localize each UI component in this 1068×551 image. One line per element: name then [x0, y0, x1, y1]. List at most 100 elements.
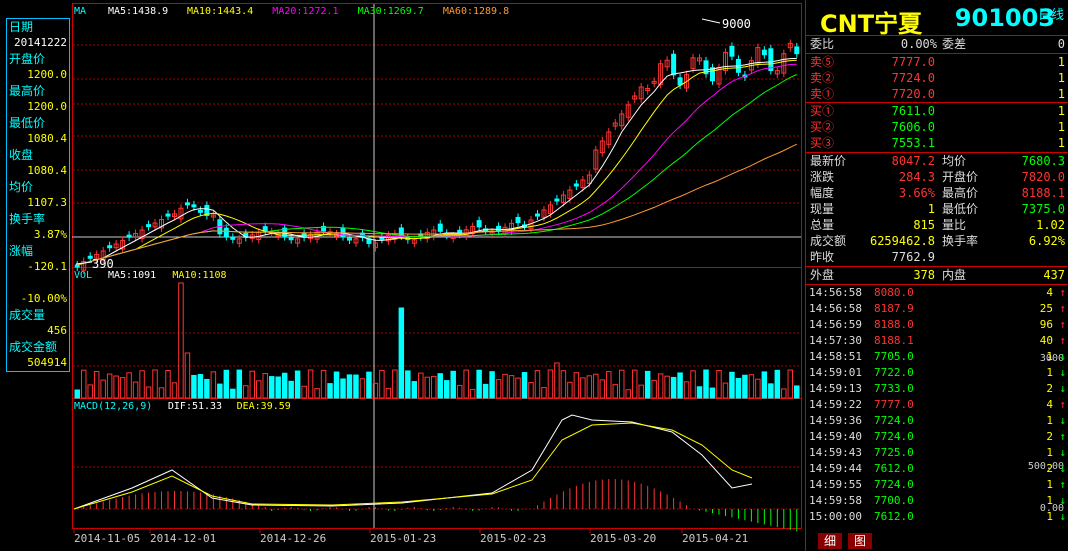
tick-qty: 1	[1046, 446, 1053, 459]
tick-row[interactable]: 14:58:51 7705.0 1 ↓	[806, 349, 1068, 365]
tick-row[interactable]: 14:56:59 8188.0 96 ↑	[806, 317, 1068, 333]
tick-row[interactable]: 14:59:55 7724.0 1 ↑	[806, 477, 1068, 493]
volume-bar	[606, 371, 612, 399]
tick-price: 8080.0	[874, 286, 914, 299]
price-candle	[677, 77, 683, 86]
price-candle	[230, 236, 236, 240]
volume-bar	[359, 378, 366, 399]
price-candle	[288, 237, 294, 241]
volume-bar	[411, 381, 418, 399]
volume-bar	[366, 371, 372, 399]
tick-row[interactable]: 14:59:01 7722.0 1 ↓	[806, 365, 1068, 381]
volume-bar	[431, 375, 437, 399]
volume-bar	[735, 378, 742, 399]
tab-0[interactable]: 细	[818, 533, 843, 549]
info-value: 20141222	[14, 36, 67, 49]
volume-bar	[761, 371, 768, 399]
tick-time: 14:59:44	[809, 462, 862, 475]
tick-row[interactable]: 14:59:58 7700.0 1 ↓	[806, 493, 1068, 509]
info-label: 成交量	[9, 308, 46, 322]
inner-value: 437	[1043, 268, 1065, 282]
panel-tabs: 细图	[806, 533, 1068, 551]
tick-qty: 4	[1046, 398, 1053, 411]
info-value: 456	[47, 324, 67, 337]
volume-bar	[580, 377, 586, 399]
volume-bar	[560, 370, 567, 399]
volume-bar	[612, 384, 619, 399]
tick-qty: 1	[1046, 414, 1053, 427]
date-tick-label: 2015-01-23	[370, 532, 436, 545]
sell-order-row: 卖① 7720.0 1	[806, 86, 1068, 102]
tick-price: 7612.0	[874, 462, 914, 475]
tick-price: 7700.0	[874, 494, 914, 507]
info-value: 3.87%	[33, 228, 67, 241]
volume-bar	[450, 370, 456, 399]
volume-bar	[320, 369, 327, 399]
volume-bar	[495, 379, 502, 399]
sell-qty: 1	[1057, 71, 1065, 85]
price-candle	[126, 234, 132, 238]
tab-1[interactable]: 图	[848, 533, 873, 549]
volume-bar	[210, 371, 217, 399]
tick-row[interactable]: 14:59:22 7777.0 4 ↑	[806, 397, 1068, 413]
info-label: 开盘价	[9, 52, 46, 66]
left-info-column: 日线 日期 20141222 开盘价 1200.0 最高价 1200.0 最低价 1080.4…	[0, 0, 1064, 551]
sell-qty: 1	[1057, 55, 1065, 69]
tick-direction-icon: ↑	[1059, 318, 1066, 331]
tick-row[interactable]: 14:59:36 7724.0 1 ↓	[806, 413, 1068, 429]
volume-bar	[204, 378, 210, 399]
stock-chart[interactable]: MA MA5:1438.9 MA10:1443.4 MA20:1272.1 MA30:1…	[72, 0, 802, 551]
volume-bar	[638, 384, 644, 399]
tick-direction-icon: ↓	[1059, 366, 1066, 379]
tick-row[interactable]: 14:57:30 8188.1 40 ↑	[806, 333, 1068, 349]
tick-direction-icon: ↑	[1059, 302, 1066, 315]
info-label: 成交金额	[9, 340, 58, 354]
volume-bar	[353, 374, 359, 399]
tick-direction-icon: ↑	[1059, 334, 1066, 347]
stat-value: 8047.2	[891, 154, 935, 168]
tick-row[interactable]: 14:56:58 8187.9 25 ↑	[806, 301, 1068, 317]
tick-price: 7777.0	[874, 398, 914, 411]
stat-label: 最高价	[942, 186, 979, 200]
stat-row: 昨收 7762.9	[806, 249, 1068, 265]
buy-qty: 1	[1057, 104, 1065, 118]
date-tick-label: 2014-12-01	[150, 532, 216, 545]
volume-bar	[489, 371, 495, 399]
date-tick-label: 2014-12-26	[260, 532, 326, 545]
volume-bar	[547, 369, 554, 399]
volume-bar	[599, 379, 606, 399]
security-code: 901003	[954, 4, 1055, 32]
volume-bar	[515, 377, 521, 399]
inner-label: 内盘	[942, 268, 967, 282]
stat-label: 昨收	[810, 250, 835, 264]
tick-row[interactable]: 14:59:40 7724.0 2 ↑	[806, 429, 1068, 445]
tick-qty: 40	[1039, 334, 1053, 347]
tick-price: 7722.0	[874, 366, 914, 379]
stat-label: 成交额	[810, 234, 847, 248]
volume-bar	[794, 385, 800, 399]
price-candle	[107, 245, 113, 249]
price-candle	[671, 53, 677, 76]
tick-row[interactable]: 15:00:00 7612.0 1 ↓	[806, 509, 1068, 525]
stat-value: 6.92%	[1028, 234, 1065, 248]
volume-bar	[418, 372, 424, 399]
stat-value: 7820.0	[1021, 170, 1065, 184]
date-tick-label: 2015-03-20	[590, 532, 656, 545]
volume-bar	[463, 369, 469, 399]
info-value: 1200.0	[27, 68, 67, 81]
tick-row[interactable]: 14:59:44 7612.0 2 ↓	[806, 461, 1068, 477]
volume-bar	[586, 375, 593, 399]
tick-row[interactable]: 14:56:58 8080.0 4 ↑	[806, 285, 1068, 301]
tick-row[interactable]: 14:59:43 7725.0 1 ↓	[806, 445, 1068, 461]
tick-row[interactable]: 14:59:13 7733.0 2 ↓	[806, 381, 1068, 397]
chart-canvas[interactable]: MA MA5:1438.9 MA10:1443.4 MA20:1272.1 MA30:1…	[72, 0, 802, 551]
tick-qty: 4	[1046, 286, 1053, 299]
price-candle	[729, 45, 735, 57]
tick-direction-icon: ↓	[1059, 510, 1066, 523]
volume-bar	[268, 376, 275, 399]
stat-row: 涨跌 284.3 开盘价 7820.0	[806, 169, 1068, 185]
volume-bar	[619, 369, 625, 399]
tick-time: 15:00:00	[809, 510, 862, 523]
tick-qty: 96	[1039, 318, 1053, 331]
sell-level-label: 卖⑤	[810, 55, 835, 69]
